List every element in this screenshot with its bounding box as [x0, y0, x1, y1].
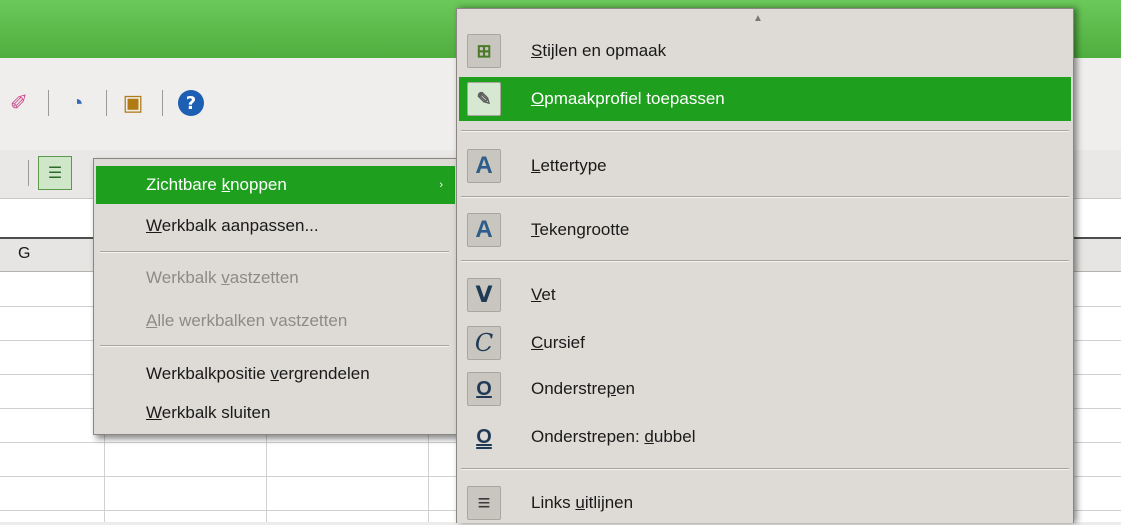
font-name-icon: A — [467, 149, 501, 183]
draw-functions-icon[interactable]: ✐ — [4, 88, 34, 118]
navigator-icon[interactable]: ◔ — [62, 88, 92, 118]
submenu-separator — [461, 468, 1069, 470]
submenu-arrow-icon: › — [439, 179, 443, 191]
menu-separator — [100, 345, 449, 347]
menu-separator — [100, 251, 449, 253]
gallery-icon[interactable]: ▣ — [118, 88, 148, 118]
bold-icon: V — [467, 278, 501, 312]
font-size-icon: A — [467, 213, 501, 247]
submenu-item-align-left[interactable]: ≡ Links uitlijnen — [459, 481, 1071, 525]
submenu-item-font-size[interactable]: A Tekengrootte — [459, 208, 1071, 252]
submenu-separator — [461, 130, 1069, 132]
submenu-separator — [461, 260, 1069, 262]
submenu-item-italic[interactable]: C Cursief — [459, 321, 1071, 365]
submenu-item-apply-style[interactable]: ✎ Opmaakprofiel toepassen — [459, 77, 1071, 121]
scroll-up-arrow-icon[interactable]: ▲ — [753, 13, 763, 24]
menu-item-lock-toolbar-position[interactable]: Werkbalkpositie vergrendelen — [96, 355, 455, 393]
submenu-item-double-underline[interactable]: O Onderstrepen: dubbel — [459, 415, 1071, 459]
menu-item-dock-all-toolbars: Alle werkbalken vastzetten — [146, 311, 348, 330]
submenu-item-underline[interactable]: O Onderstrepen — [459, 367, 1071, 411]
submenu-item-bold[interactable]: V Vet — [459, 273, 1071, 317]
submenu-item-font-name[interactable]: A Lettertype — [459, 144, 1071, 188]
italic-icon: C — [467, 326, 501, 360]
submenu-item-styles[interactable]: ⊞ Stijlen en opmaak — [459, 29, 1071, 73]
menu-item-close-toolbar[interactable]: Werkbalk sluiten — [96, 394, 455, 432]
help-icon[interactable]: ? — [176, 88, 206, 118]
toolbar-separator — [106, 90, 107, 116]
toolbar-context-menu: Zichtbare knoppen › Werkbalk aanpassen..… — [93, 158, 458, 435]
menu-item-customize-toolbar[interactable]: Werkbalk aanpassen... — [96, 207, 455, 245]
double-underline-icon: O — [476, 425, 492, 448]
toolbar-separator — [48, 90, 49, 116]
underline-icon: O — [467, 372, 501, 406]
menu-item-dock-toolbar: Werkbalk vastzetten — [146, 268, 299, 287]
menu-item-visible-buttons[interactable]: Zichtbare knoppen › — [96, 166, 455, 204]
toolbar-separator — [162, 90, 163, 116]
styles-formatting-icon[interactable]: ☰ — [38, 156, 72, 190]
align-left-icon: ≡ — [467, 486, 501, 520]
column-header-g[interactable]: G — [18, 245, 30, 263]
apply-style-icon: ✎ — [467, 82, 501, 116]
svg-text:?: ? — [186, 93, 196, 114]
visible-buttons-submenu: ▲ ⊞ Stijlen en opmaak ✎ Opmaakprofiel to… — [456, 8, 1074, 523]
toolbar-separator — [28, 160, 29, 186]
styles-icon: ⊞ — [467, 34, 501, 68]
submenu-separator — [461, 196, 1069, 198]
